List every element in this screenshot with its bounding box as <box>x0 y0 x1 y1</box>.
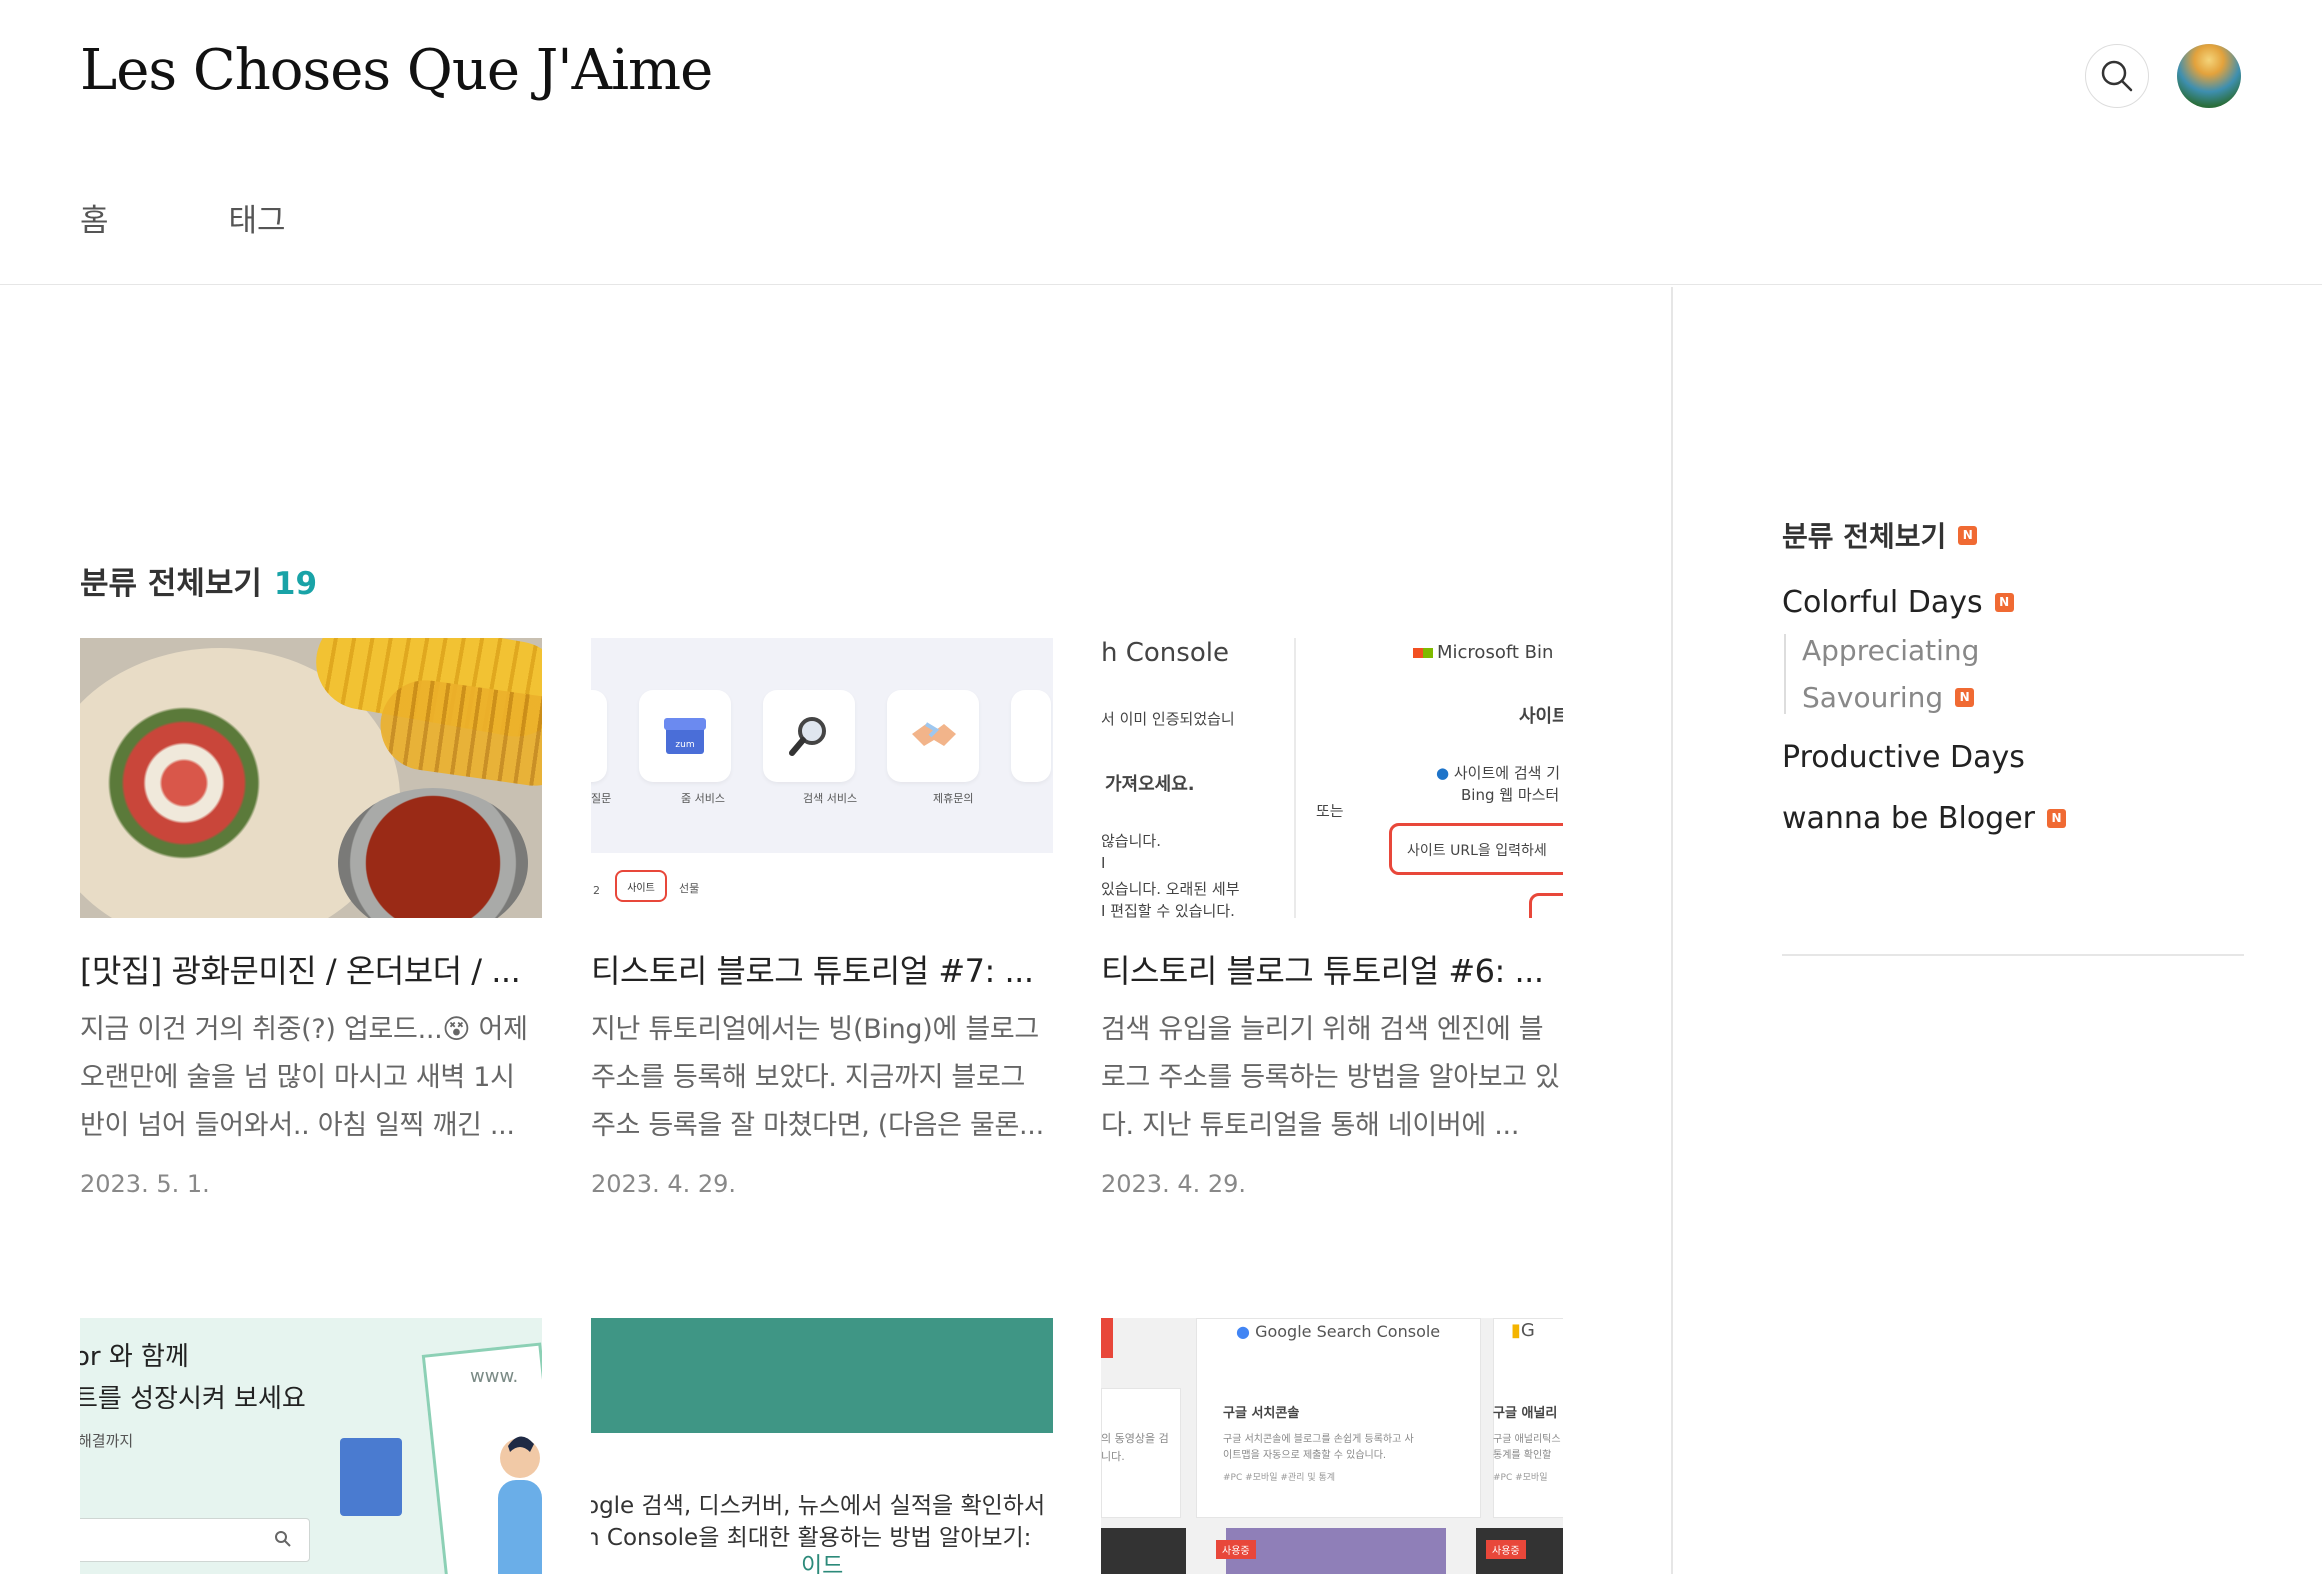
subcategory-list: Appreciating Savouring N <box>1784 634 2244 714</box>
category-sidebar: 분류 전체보기 N Colorful Days N Appreciating S… <box>1782 515 2244 836</box>
post-date: 2023. 4. 29. <box>1101 1170 1247 1198</box>
post-card[interactable]: [맛집] 광화문미진 / 온더보더 / ... 지금 이건 거의 취중(?) 업… <box>80 638 542 1198</box>
post-title[interactable]: [맛집] 광화문미진 / 온더보더 / ... <box>80 946 542 992</box>
post-thumbnail[interactable]: h Console 서 이미 인증되었습니 가져오세요. 않습니다. I 있습니… <box>1101 638 1563 918</box>
sidebar-divider <box>1782 954 2244 956</box>
post-title[interactable]: 티스토리 블로그 튜토리얼 #6: ... <box>1101 946 1563 992</box>
post-card[interactable]: h Console 서 이미 인증되었습니 가져오세요. 않습니다. I 있습니… <box>1101 638 1563 1198</box>
sidebar-item-appreciating[interactable]: Appreciating <box>1802 634 2244 667</box>
sidebar-item-productive-days[interactable]: Productive Days <box>1782 740 2244 775</box>
magnifier-icon <box>763 690 855 782</box>
site-tab-highlight: 사이트 <box>615 870 667 902</box>
search-icon <box>2101 60 2133 92</box>
profile-avatar[interactable] <box>2177 44 2241 108</box>
new-badge-icon: N <box>1955 688 1975 707</box>
document-icon <box>340 1438 402 1516</box>
sidebar-item-wanna-be-bloger[interactable]: wanna be Bloger N <box>1782 801 2244 836</box>
post-card[interactable]: 의 동영상을 검 니다. ● Google Search Console 구글 … <box>1101 1318 1563 1574</box>
content-divider <box>1671 287 1673 1574</box>
search-button[interactable] <box>2085 44 2149 108</box>
person-illustration <box>498 1436 542 1574</box>
post-card[interactable]: zum 질문 줌 서비스 검색 서비스 제휴문의 2 사이트 선물 티스토리 블… <box>591 638 1053 1198</box>
post-excerpt[interactable]: 검색 유입을 늘리기 위해 검색 엔진에 블로그 주소를 등록하는 방법을 알아… <box>1101 1006 1563 1150</box>
post-excerpt[interactable]: 지난 튜토리얼에서는 빙(Bing)에 블로그 주소를 등록해 보았다. 지금까… <box>591 1006 1053 1150</box>
sidebar-item-savouring[interactable]: Savouring N <box>1802 681 2244 714</box>
main-nav: 홈 태그 <box>80 195 286 240</box>
category-title: 분류 전체보기 <box>80 566 262 602</box>
nav-item-home[interactable]: 홈 <box>80 195 109 240</box>
post-thumbnail[interactable]: 의 동영상을 검 니다. ● Google Search Console 구글 … <box>1101 1318 1563 1574</box>
post-excerpt[interactable]: 지금 이건 거의 취중(?) 업로드...😵 어제 오랜만에 술을 넘 많이 마… <box>80 1006 542 1150</box>
nav-item-tags[interactable]: 태그 <box>229 195 286 240</box>
handshake-icon <box>887 690 979 782</box>
post-card[interactable]: or 와 함께 트를 성장시켜 보세요 해결까지 www. <box>80 1318 542 1574</box>
blog-title-link[interactable]: Les Choses Que J'Aime <box>80 38 713 103</box>
category-heading: 분류 전체보기 19 <box>80 558 317 603</box>
new-badge-icon: N <box>1958 525 1978 545</box>
post-card[interactable]: ogle 검색, 디스커버, 뉴스에서 실적을 확인하서 n Console을 … <box>591 1318 1053 1574</box>
sidebar-item-all[interactable]: 분류 전체보기 N <box>1782 515 2244 555</box>
new-badge-icon: N <box>1994 593 2014 612</box>
site-header: Les Choses Que J'Aime 홈 태그 <box>0 0 2322 285</box>
post-date: 2023. 5. 1. <box>80 1170 210 1198</box>
store-icon: zum <box>639 690 731 782</box>
post-count: 19 <box>273 566 318 602</box>
post-thumbnail[interactable]: ogle 검색, 디스커버, 뉴스에서 실적을 확인하서 n Console을 … <box>591 1318 1053 1574</box>
svg-text:zum: zum <box>675 740 694 750</box>
post-title[interactable]: 티스토리 블로그 튜토리얼 #7: ... <box>591 946 1053 992</box>
post-date: 2023. 4. 29. <box>591 1170 737 1198</box>
post-thumbnail[interactable]: or 와 함께 트를 성장시켜 보세요 해결까지 www. <box>80 1318 542 1574</box>
sidebar-item-colorful-days[interactable]: Colorful Days N <box>1782 585 2244 620</box>
post-thumbnail[interactable]: zum 질문 줌 서비스 검색 서비스 제휴문의 2 사이트 선물 <box>591 638 1053 918</box>
post-thumbnail[interactable] <box>80 638 542 918</box>
new-badge-icon: N <box>2047 809 2067 828</box>
search-icon <box>275 1531 291 1547</box>
